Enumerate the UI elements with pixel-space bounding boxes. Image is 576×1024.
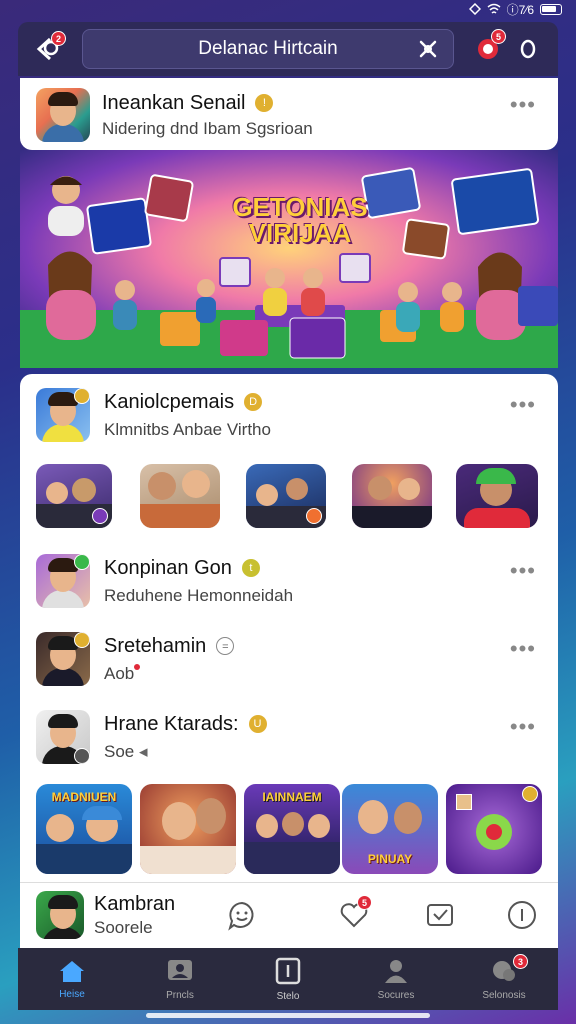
media-tile[interactable]: PINUAY	[342, 784, 438, 874]
location-icon	[468, 3, 481, 15]
more-button[interactable]	[508, 29, 548, 69]
group-subtitle: Klmnitbs Anbae Virtho	[104, 419, 271, 439]
alerts-button[interactable]: 5	[468, 29, 508, 69]
tile-caption: IAINNAEM	[262, 790, 322, 804]
story-thumb[interactable]	[352, 464, 432, 528]
post-subtitle: Nidering dnd Ibam Sgsrioan	[102, 118, 313, 138]
person-name[interactable]: Sretehamin =	[104, 635, 235, 658]
battery-icon	[540, 3, 562, 15]
bottom-profile-bar: Kambran Soorele 5	[20, 882, 558, 948]
person-subtitle: Aob	[104, 663, 234, 684]
search-text: Delanac Hirtcain	[198, 38, 338, 59]
comment-button[interactable]	[222, 895, 262, 935]
bottom-avatar[interactable]	[36, 891, 84, 939]
person-row[interactable]: Hrane Ktarads: U Soe ◂	[36, 710, 267, 764]
person-subtitle: Soe ◂	[104, 741, 148, 761]
nav-home[interactable]: Heise	[18, 948, 126, 1010]
story-thumb[interactable]	[246, 464, 326, 528]
messages-badge: 3	[513, 954, 528, 969]
status-bar: ⓘ7⁄6	[0, 0, 576, 18]
person-row[interactable]: Konpinan Gon t Reduhene Hemonneidah	[36, 554, 293, 608]
home-icon	[60, 960, 84, 982]
wifi-icon	[487, 3, 501, 14]
share-icon: ◂	[138, 741, 148, 761]
search-input[interactable]: Delanac Hirtcain	[82, 29, 454, 69]
group-row[interactable]: Kaniolcpemais D Klmnitbs Anbae Virtho	[36, 388, 271, 442]
person-menu-icon[interactable]: •••	[510, 714, 536, 740]
clear-search-icon[interactable]	[417, 38, 439, 60]
person-menu-icon[interactable]: •••	[510, 636, 536, 662]
media-tile[interactable]: MADNIUEN	[36, 784, 132, 874]
person-avatar[interactable]	[36, 710, 90, 764]
tile-caption: MADNIUEN	[51, 790, 117, 804]
info-button[interactable]	[502, 895, 542, 935]
post-avatar[interactable]	[36, 88, 90, 142]
media-tile[interactable]	[140, 784, 236, 874]
profile-card-icon	[168, 959, 192, 980]
bottom-name[interactable]: Kambran	[94, 893, 175, 916]
story-thumb[interactable]	[140, 464, 220, 528]
person-avatar[interactable]	[36, 554, 90, 608]
person-menu-icon[interactable]: •••	[510, 558, 536, 584]
tile-caption: PINUAY	[367, 852, 413, 866]
story-thumb[interactable]	[36, 464, 112, 528]
group-menu-icon[interactable]: •••	[510, 392, 536, 418]
nav-label: Selonosis	[482, 989, 526, 1001]
notification-badge: 2	[51, 31, 66, 46]
person-row[interactable]: Sretehamin = Aob	[36, 632, 235, 686]
alerts-badge: 5	[491, 29, 506, 44]
nav-people[interactable]: Socures	[342, 948, 450, 1010]
info-circle-icon	[508, 901, 536, 929]
top-bar: 2 Delanac Hirtcain 5	[18, 22, 558, 76]
nav-stories[interactable]: Stelo	[234, 948, 342, 1010]
banner-title: GETONIAS VIRIJAA	[232, 192, 368, 248]
verified-icon: t	[241, 559, 260, 578]
home-indicator[interactable]	[146, 1013, 430, 1018]
check-box-icon	[427, 904, 453, 926]
status-text: ⓘ7⁄6	[506, 2, 534, 17]
media-tile[interactable]: IAINNAEM	[244, 784, 340, 874]
person-avatar[interactable]	[36, 632, 90, 686]
person-name[interactable]: Hrane Ktarads: U	[104, 713, 267, 736]
save-button[interactable]	[420, 895, 460, 935]
verified-icon: D	[244, 393, 263, 412]
post-menu-icon[interactable]: •••	[510, 92, 536, 118]
person-icon	[385, 959, 407, 983]
bottom-subtitle: Soorele	[94, 917, 153, 937]
post-card[interactable]: Ineankan Senail! Nidering dnd Ibam Sgsri…	[20, 78, 558, 150]
person-name[interactable]: Konpinan Gon t	[104, 557, 293, 580]
nav-label: Socures	[377, 989, 415, 1001]
group-name[interactable]: Kaniolcpemais D	[104, 391, 271, 414]
post-author[interactable]: Ineankan Senail!	[102, 92, 313, 115]
bottom-profile[interactable]: Kambran Soorele	[36, 891, 175, 939]
story-icon	[275, 957, 301, 984]
status-icon: =	[216, 637, 235, 656]
verified-icon: !	[255, 94, 274, 113]
nav-label: Stelo	[276, 990, 300, 1002]
person-subtitle: Reduhene Hemonneidah	[104, 585, 294, 605]
nav-messages[interactable]: 3 Selonosis	[450, 948, 558, 1010]
back-button[interactable]: 2	[28, 29, 68, 69]
bottom-nav: Heise Prncls Stelo Socures 3 Selonosis	[18, 948, 558, 1010]
banner-image[interactable]: GETONIAS VIRIJAA	[20, 150, 558, 368]
banner-illustration	[20, 150, 558, 368]
info-icon	[520, 39, 536, 59]
group-avatar[interactable]	[36, 388, 90, 442]
nav-label: Prncls	[166, 989, 194, 1001]
like-badge: 5	[357, 895, 372, 910]
media-tile[interactable]	[446, 784, 542, 874]
verified-icon: U	[248, 715, 267, 734]
nav-label: Heise	[59, 988, 85, 1000]
smile-chat-icon	[228, 901, 254, 931]
story-thumb[interactable]	[456, 464, 538, 528]
like-button[interactable]: 5	[334, 895, 374, 935]
nav-profiles[interactable]: Prncls	[126, 948, 234, 1010]
feed-card: Kaniolcpemais D Klmnitbs Anbae Virtho •••	[20, 374, 558, 882]
